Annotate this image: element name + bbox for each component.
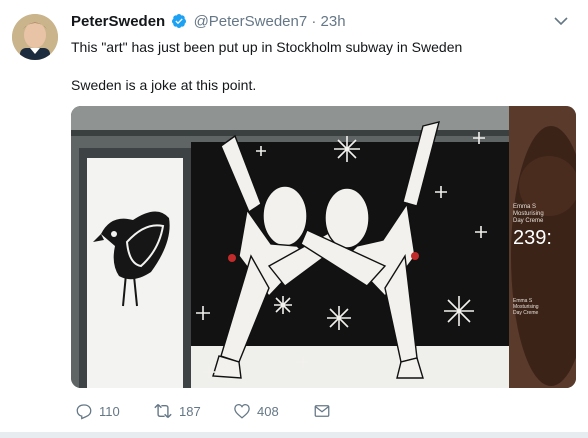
poster-small-text: Emma S xyxy=(513,204,536,210)
handle[interactable]: @PeterSweden7 xyxy=(194,13,308,30)
like-count: 408 xyxy=(257,404,279,419)
svg-text:Mosturising: Mosturising xyxy=(513,211,544,217)
like-icon xyxy=(234,403,250,419)
tweet-card[interactable]: PeterSweden @PeterSweden7 · 23h This "ar… xyxy=(0,0,588,438)
reply-count: 110 xyxy=(99,404,120,419)
separator-dot: · xyxy=(311,13,317,30)
tweet-media-image[interactable]: Emma S Mosturising Day Creme 239: Emma S… xyxy=(71,106,576,388)
caret-down-icon[interactable] xyxy=(552,12,570,30)
display-name[interactable]: PeterSweden xyxy=(71,13,165,30)
svg-text:Day Creme: Day Creme xyxy=(513,310,539,316)
tweet-text-line: This "art" has just been put up in Stock… xyxy=(71,39,463,55)
avatar[interactable] xyxy=(12,14,58,60)
divider xyxy=(0,432,588,438)
tweet-text: This "art" has just been put up in Stock… xyxy=(71,38,571,95)
tweet-header: PeterSweden @PeterSweden7 · 23h xyxy=(71,13,346,33)
poster-price-text: 239: xyxy=(513,227,552,249)
timestamp[interactable]: 23h xyxy=(321,13,346,30)
tweet-text-line: Sweden is a joke at this point. xyxy=(71,77,257,93)
verified-icon xyxy=(172,14,187,28)
message-icon xyxy=(314,405,330,417)
retweet-count: 187 xyxy=(179,404,201,419)
like-button[interactable]: 408 xyxy=(233,402,279,422)
subway-art-illustration: Emma S Mosturising Day Creme 239: Emma S… xyxy=(71,106,576,388)
svg-text:Day Creme: Day Creme xyxy=(513,218,544,224)
retweet-button[interactable]: 187 xyxy=(153,402,201,422)
message-button[interactable] xyxy=(313,402,331,422)
reply-button[interactable]: 110 xyxy=(75,402,120,422)
retweet-icon xyxy=(154,403,172,419)
reply-icon xyxy=(76,404,92,420)
